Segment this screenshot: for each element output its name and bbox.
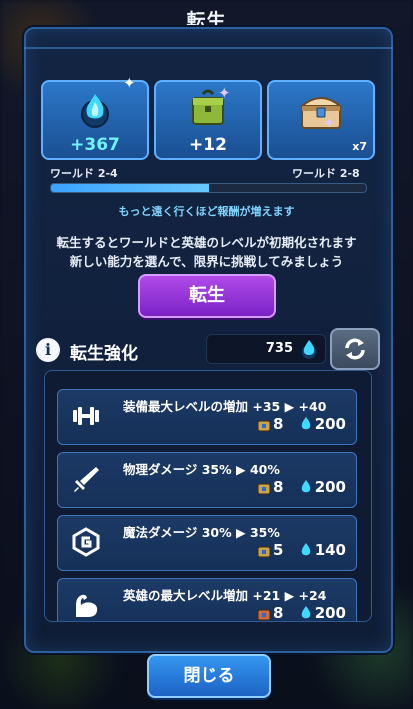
- upgrade-costs: 8 200: [247, 415, 346, 433]
- crate-token-icon: [257, 420, 271, 432]
- reward-amount: x7: [352, 140, 367, 153]
- crate-token-icon: [257, 483, 271, 495]
- dumbbell-icon: [73, 407, 99, 425]
- close-button[interactable]: 閉じる: [147, 654, 271, 698]
- upgrade-item[interactable]: 英雄の最大レベル増加 +21 ▶ +24 8 200: [57, 578, 357, 622]
- treasure-chest-icon: [299, 97, 343, 129]
- blue-soul-flame-icon: [81, 94, 109, 128]
- upgrade-item[interactable]: 装備最大レベルの増加 +35 ▶ +40 8 200: [57, 389, 357, 445]
- info-icon[interactable]: i: [36, 338, 60, 362]
- crate-token-icon: [257, 609, 271, 621]
- cost-souls: 200: [314, 604, 346, 622]
- upgrade-name: 英雄の最大レベル増加 +21 ▶ +24: [123, 588, 327, 603]
- upgrade-costs: 8 200: [247, 478, 346, 496]
- soul-flame-icon: [301, 543, 310, 556]
- cost-souls: 200: [314, 478, 346, 496]
- upgrade-item[interactable]: 魔法ダメージ 30% ▶ 35% 5 140: [57, 515, 357, 571]
- world-progress-bar: [50, 183, 367, 193]
- magic-rune-icon: [72, 527, 100, 557]
- crate-token-icon: [257, 546, 271, 558]
- description-line-2: 新しい能力を選んで、限界に挑戦してみましょう: [69, 254, 344, 269]
- reward-amount: +12: [189, 135, 227, 155]
- soul-flame-icon: [301, 480, 310, 493]
- sword-icon: [74, 467, 99, 492]
- reward-soul: ✦ +367: [41, 74, 149, 160]
- section-title: 転生強化: [70, 344, 138, 364]
- cost-tokens: 8: [273, 604, 284, 622]
- upgrade-name: 魔法ダメージ 30% ▶ 35%: [123, 525, 280, 540]
- sparkle-icon: ✦: [123, 74, 136, 92]
- sparkle-icon: ✦: [218, 84, 231, 102]
- upgrade-name: 装備最大レベルの増加 +35 ▶ +40: [123, 399, 327, 414]
- sparkle-icon: ✦: [323, 114, 336, 132]
- description-line-1: 転生するとワールドと英雄のレベルが初期化されます: [56, 235, 357, 250]
- cost-souls: 200: [314, 415, 346, 433]
- upgrade-costs: 8 200: [247, 604, 346, 622]
- reward-amount: +367: [70, 135, 120, 155]
- upgrade-item[interactable]: 物理ダメージ 35% ▶ 40% 8 200: [57, 452, 357, 508]
- cost-tokens: 5: [273, 541, 284, 559]
- flexed-arm-icon: [76, 594, 98, 617]
- refresh-icon: [345, 338, 365, 360]
- refresh-button[interactable]: [330, 328, 380, 370]
- soul-flame-icon: [301, 606, 310, 619]
- rebirth-button[interactable]: 転生: [138, 274, 276, 318]
- world-to-label: ワールド 2-8: [292, 167, 360, 180]
- currency-display: 735: [206, 334, 326, 364]
- reward-chest: ✦ x7: [267, 80, 375, 160]
- reward-crate: ✦ +12: [154, 80, 262, 160]
- cost-tokens: 8: [273, 415, 284, 433]
- upgrade-list[interactable]: 装備最大レベルの増加 +35 ▶ +40 8 200 物理ダメージ 35% ▶ …: [44, 370, 372, 622]
- currency-value: 735: [265, 341, 293, 356]
- upgrade-costs: 5 140: [247, 541, 346, 559]
- reward-hint: もっと遠く行くほど報酬が増えます: [118, 205, 295, 218]
- progress-fill: [51, 184, 209, 192]
- upgrade-name: 物理ダメージ 35% ▶ 40%: [123, 462, 280, 477]
- cost-souls: 140: [314, 541, 346, 559]
- soul-flame-icon: [302, 340, 316, 359]
- world-from-label: ワールド 2-4: [50, 167, 118, 180]
- cost-tokens: 8: [273, 478, 284, 496]
- soul-flame-icon: [301, 417, 310, 430]
